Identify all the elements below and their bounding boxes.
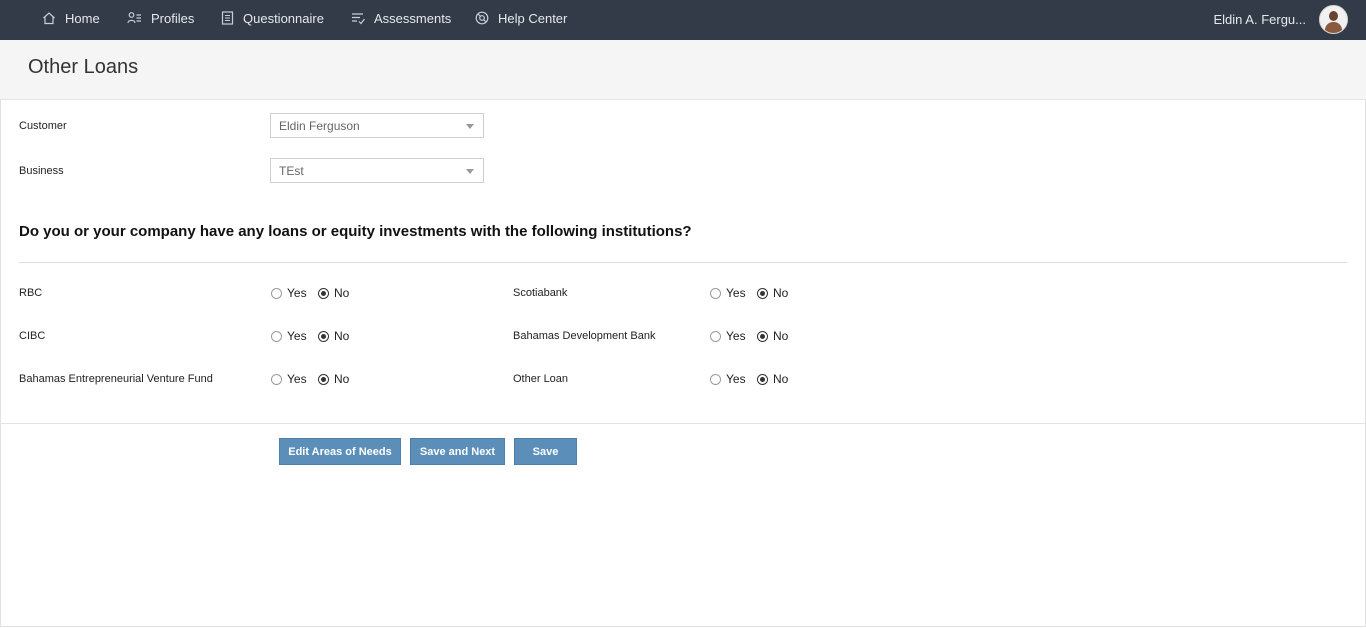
other-loan-no-radio[interactable]: No [757,372,788,386]
business-select[interactable]: TEst [270,158,484,183]
nav-profiles[interactable]: Profiles [127,0,194,36]
scotiabank-no-radio[interactable]: No [757,286,788,300]
radio-label: No [773,329,789,343]
question-heading: Do you or your company have any loans or… [19,223,692,240]
chevron-down-icon [466,169,474,174]
nav-assessments-label: Assessments [374,10,452,26]
institution-label-bevf: Bahamas Entrepreneurial Venture Fund [19,373,213,385]
radio-label: Yes [287,286,307,300]
bevf-no-radio[interactable]: No [318,372,349,386]
home-icon [43,12,55,25]
radio-label: Yes [726,372,746,386]
nav-assessments[interactable]: Assessments [351,0,451,36]
radio-circle [710,373,721,385]
bdb-yes-radio[interactable]: Yes [710,329,746,343]
radio-circle-checked [318,373,329,385]
nav-home[interactable]: Home [42,0,100,36]
radio-circle-checked [318,330,329,342]
customer-value: Eldin Ferguson [279,119,360,133]
radio-circle [710,287,721,299]
questionnaire-icon [221,11,234,25]
nav-questionnaire[interactable]: Questionnaire [221,0,324,36]
radio-circle-checked [757,287,768,299]
radio-label: Yes [726,329,746,343]
radio-label: No [334,329,350,343]
institution-label-rbc: RBC [19,287,43,299]
page-header: Other Loans [0,40,1366,100]
rbc-no-radio[interactable]: No [318,286,349,300]
radio-label: No [334,286,350,300]
business-value: TEst [279,164,304,178]
institution-label-bahamas-development-bank: Bahamas Development Bank [513,330,656,342]
page-title: Other Loans [28,56,139,78]
radio-label: No [773,286,789,300]
institution-label-other-loan: Other Loan [513,373,569,385]
avatar[interactable] [1319,4,1348,34]
radio-circle [710,330,721,342]
radio-label: Yes [287,329,307,343]
other-loan-yes-radio[interactable]: Yes [710,372,746,386]
cibc-yes-radio[interactable]: Yes [271,329,307,343]
cibc-no-radio[interactable]: No [318,329,349,343]
nav-questionnaire-label: Questionnaire [243,10,324,26]
radio-label: Yes [726,286,746,300]
customer-label: Customer [19,120,67,132]
content-frame [0,40,1366,627]
bdb-no-radio[interactable]: No [757,329,788,343]
radio-circle [271,287,282,299]
institution-label-cibc: CIBC [19,330,46,342]
profiles-icon [127,12,141,24]
customer-select[interactable]: Eldin Ferguson [270,113,484,138]
radio-circle [271,373,282,385]
divider [19,262,1347,263]
radio-label: No [334,372,350,386]
top-nav-bar: Home Profiles Questionnaire Assessments … [0,0,1366,40]
edit-areas-of-needs-button[interactable]: Edit Areas of Needs [279,438,401,465]
nav-help-center[interactable]: Help Center [475,0,567,36]
nav-home-label: Home [65,10,100,26]
radio-circle-checked [318,287,329,299]
save-and-next-button[interactable]: Save and Next [410,438,505,465]
rbc-yes-radio[interactable]: Yes [271,286,307,300]
radio-circle [271,330,282,342]
nav-profiles-label: Profiles [151,10,195,26]
scotiabank-yes-radio[interactable]: Yes [710,286,746,300]
business-label: Business [19,165,64,177]
radio-label: Yes [287,372,307,386]
nav-help-center-label: Help Center [498,10,568,26]
radio-circle-checked [757,373,768,385]
radio-circle-checked [757,330,768,342]
user-menu[interactable]: Eldin A. Fergu... [1213,4,1348,34]
footer-divider [0,423,1366,424]
save-button[interactable]: Save [514,438,577,465]
user-name: Eldin A. Fergu... [1213,11,1307,27]
institution-label-scotiabank: Scotiabank [513,287,568,299]
radio-label: No [773,372,789,386]
chevron-down-icon [466,124,474,129]
assessments-icon [352,13,365,25]
bevf-yes-radio[interactable]: Yes [271,372,307,386]
help-center-icon [475,11,489,25]
